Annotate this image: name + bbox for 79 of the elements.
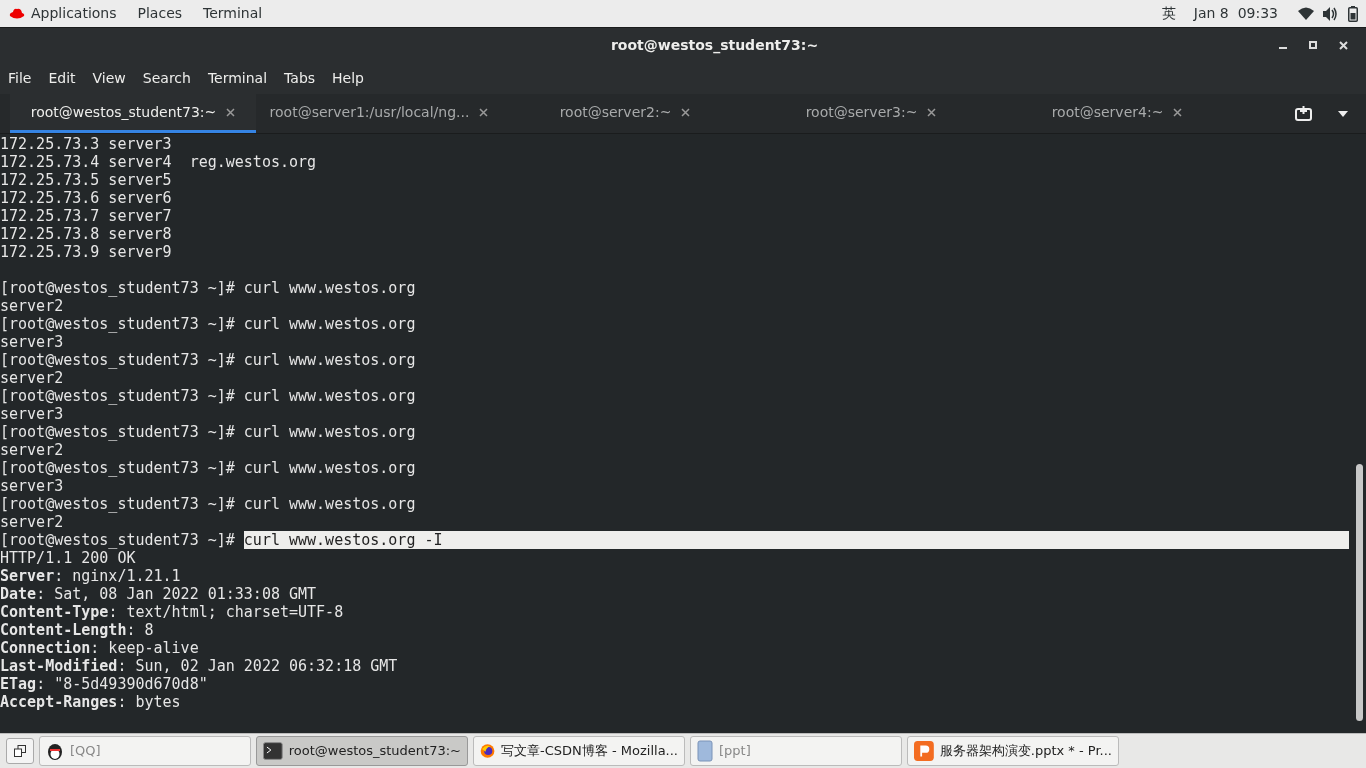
windows-icon	[14, 745, 26, 757]
menu-item[interactable]: Help	[332, 67, 364, 89]
taskbar-window[interactable]: root@westos_student73:~	[256, 736, 468, 766]
prompt: [root@westos_student73 ~]#	[0, 459, 236, 477]
output-line: server2	[0, 297, 64, 315]
output-line: Connection: keep-alive	[0, 639, 199, 657]
close-icon[interactable]	[927, 107, 937, 117]
close-icon[interactable]	[226, 107, 236, 117]
output-line: 172.25.73.6 server6	[0, 189, 172, 207]
output-line: 172.25.73.5 server5	[0, 171, 172, 189]
scrollbar-thumb[interactable]	[1356, 464, 1363, 721]
output-line: Server: nginx/1.21.1	[0, 567, 181, 585]
dropdown-icon[interactable]	[1338, 110, 1348, 117]
command: curl www.westos.org	[243, 351, 416, 369]
command: curl www.westos.org -I	[243, 531, 1349, 549]
output-line: 172.25.73.4 server4 reg.westos.org	[0, 153, 317, 171]
top-menu[interactable]: Places	[137, 3, 183, 24]
output-line: ETag: "8-5d49390d670d8"	[0, 675, 208, 693]
tab[interactable]: root@server2:~	[502, 94, 748, 133]
tab[interactable]: root@server3:~	[748, 94, 994, 133]
command: curl www.westos.org	[243, 387, 416, 405]
prompt: [root@westos_student73 ~]#	[0, 351, 236, 369]
presentation-icon	[914, 740, 934, 762]
close-icon[interactable]	[681, 107, 691, 117]
close-icon[interactable]	[479, 107, 489, 117]
output-line: Date: Sat, 08 Jan 2022 01:33:08 GMT	[0, 585, 317, 603]
menu-item[interactable]: Search	[142, 67, 191, 89]
output-line: HTTP/1.1 200 OK	[0, 549, 136, 567]
tab[interactable]: root@server4:~	[994, 94, 1240, 133]
battery-icon[interactable]	[1348, 5, 1358, 22]
command: curl www.westos.org	[243, 315, 416, 333]
top-menu[interactable]: Applications	[31, 3, 117, 24]
wifi-icon[interactable]	[1298, 7, 1314, 20]
output-line: server2	[0, 441, 64, 459]
prompt: [root@westos_student73 ~]#	[0, 315, 236, 333]
menu-item[interactable]: Terminal	[207, 67, 268, 89]
prompt: [root@westos_student73 ~]#	[0, 531, 236, 549]
top-menu[interactable]: Terminal	[203, 3, 263, 24]
command: curl www.westos.org	[243, 279, 416, 297]
output-line: Accept-Ranges: bytes	[0, 693, 181, 711]
new-tab-icon[interactable]	[1295, 106, 1312, 121]
taskbar-window[interactable]: 写文章-CSDN博客 - Mozilla...	[473, 736, 685, 766]
output-line: 172.25.73.7 server7	[0, 207, 172, 225]
output-line: 172.25.73.9 server9	[0, 243, 172, 261]
output-line: server2	[0, 513, 64, 531]
output-line: server3	[0, 477, 64, 495]
clock[interactable]: Jan 8 09:33	[1193, 3, 1278, 24]
output-line: 172.25.73.8 server8	[0, 225, 172, 243]
close-icon[interactable]	[1173, 107, 1183, 117]
menu-item[interactable]: View	[92, 67, 126, 89]
prompt: [root@westos_student73 ~]#	[0, 279, 236, 297]
command: curl www.westos.org	[243, 423, 416, 441]
output-line: Last-Modified: Sun, 02 Jan 2022 06:32:18 GMT	[0, 657, 398, 675]
penguin-icon	[46, 741, 64, 761]
hat-icon	[8, 6, 26, 21]
maximize-icon[interactable]	[1309, 41, 1317, 49]
menu-item[interactable]: Edit	[48, 67, 76, 89]
output-line: 172.25.73.3 server3	[0, 135, 172, 153]
volume-icon[interactable]	[1322, 6, 1338, 21]
output-line: server2	[0, 369, 64, 387]
prompt: [root@westos_student73 ~]#	[0, 423, 236, 441]
command: curl www.westos.org	[243, 459, 416, 477]
terminal-icon	[263, 742, 283, 760]
prompt: [root@westos_student73 ~]#	[0, 387, 236, 405]
tab[interactable]: root@server1:/usr/local/ng...	[256, 94, 502, 133]
window-title: root@westos_student73:~	[610, 35, 819, 56]
input-method[interactable]: 英	[1161, 3, 1176, 24]
menu-item[interactable]: File	[8, 67, 32, 89]
taskbar-window[interactable]: 服务器架构演变.pptx * - Pr...	[907, 736, 1119, 766]
menu-item[interactable]: Tabs	[284, 67, 316, 89]
prompt: [root@westos_student73 ~]#	[0, 495, 236, 513]
output-line: server3	[0, 333, 64, 351]
command: curl www.westos.org	[243, 495, 416, 513]
show-desktop-button[interactable]	[6, 738, 34, 764]
tab[interactable]: root@westos_student73:~	[10, 94, 256, 133]
document-icon	[697, 740, 713, 762]
output-line: server3	[0, 405, 64, 423]
output-line: Content-Length: 8	[0, 621, 154, 639]
output-line: Content-Type: text/html; charset=UTF-8	[0, 603, 344, 621]
